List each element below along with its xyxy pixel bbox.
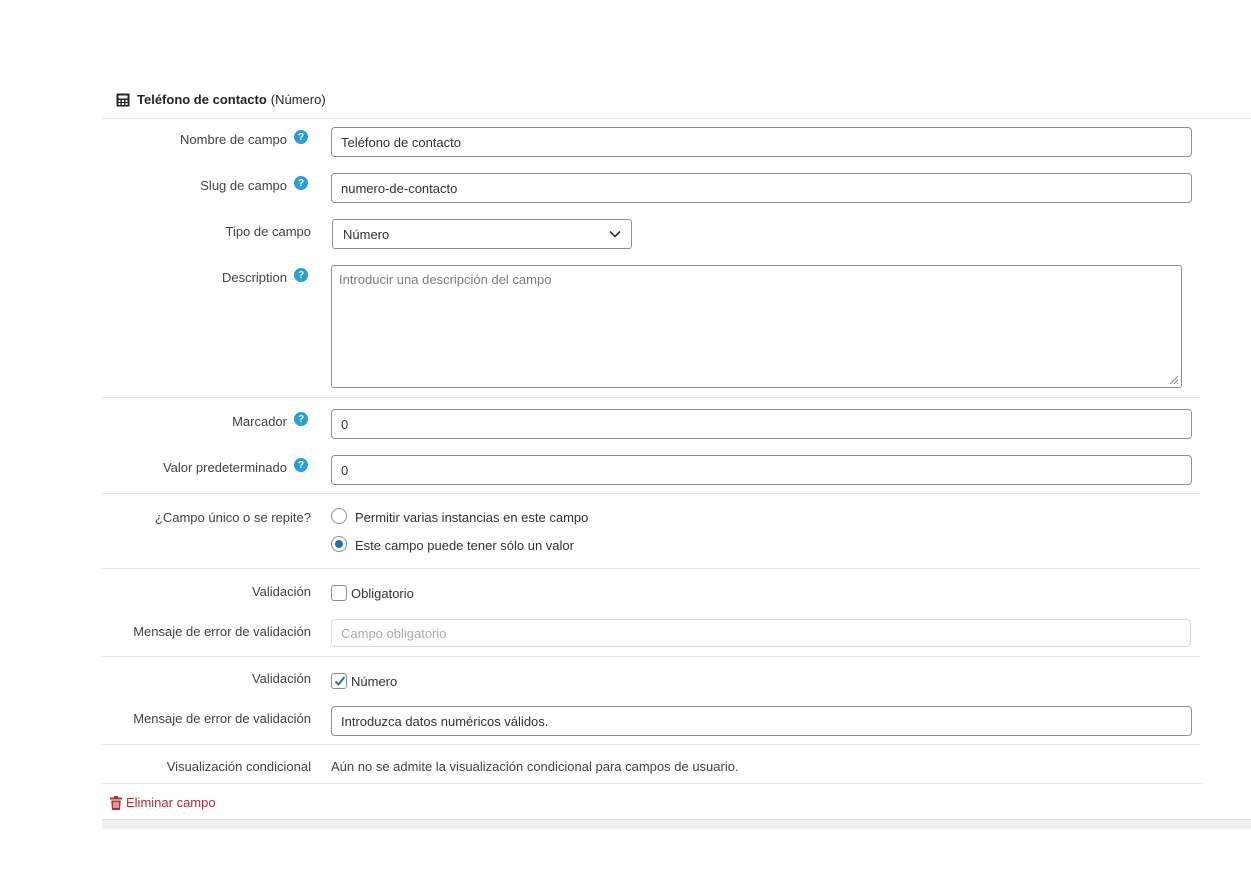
description-textarea[interactable]: Introducir una descripción del campo xyxy=(331,265,1182,388)
field-slug-label: Slug de campo xyxy=(200,178,287,193)
conditional-text: Aún no se admite la visualización condic… xyxy=(331,759,739,774)
field-title: Teléfono de contacto xyxy=(137,92,267,107)
field-slug-input[interactable]: numero-de-contacto xyxy=(331,173,1192,203)
conditional-label: Visualización condicional xyxy=(166,759,311,774)
checkmark-icon xyxy=(334,676,346,686)
number-checkbox-label[interactable]: Número xyxy=(351,674,397,689)
field-type-select[interactable]: Número xyxy=(332,219,632,249)
field-header[interactable]: Teléfono de contacto (Número) xyxy=(102,84,1251,119)
divider xyxy=(102,568,1200,569)
field-type-select-label: Tipo de campo xyxy=(225,224,311,239)
resize-handle-icon[interactable] xyxy=(1167,373,1179,385)
required-error-label: Mensaje de error de validación xyxy=(133,624,311,639)
number-checkbox[interactable] xyxy=(331,673,347,689)
trash-icon xyxy=(110,795,122,810)
delete-field-button[interactable]: Eliminar campo xyxy=(110,795,216,810)
help-icon[interactable]: ? xyxy=(294,176,308,190)
field-type-label: (Número) xyxy=(270,92,326,107)
delete-field-label[interactable]: Eliminar campo xyxy=(126,795,216,810)
divider xyxy=(102,783,1202,784)
help-icon[interactable]: ? xyxy=(294,268,308,282)
default-value-input[interactable]: 0 xyxy=(331,455,1192,485)
default-value-label: Valor predeterminado xyxy=(162,460,287,475)
radio-multiple[interactable] xyxy=(331,508,347,524)
panel-footer xyxy=(102,819,1251,829)
validation-required-label: Validación xyxy=(251,584,311,599)
field-panel: Teléfono de contacto (Número) Nombre de … xyxy=(102,84,1251,829)
marker-label: Marcador xyxy=(232,414,287,429)
number-error-input[interactable]: Introduzca datos numéricos válidos. xyxy=(331,706,1192,736)
radio-single-label[interactable]: Este campo puede tener sólo un valor xyxy=(355,538,574,553)
field-name-label: Nombre de campo xyxy=(180,132,287,147)
marker-input[interactable]: 0 xyxy=(331,409,1192,439)
required-checkbox-label[interactable]: Obligatorio xyxy=(351,586,414,601)
radio-multiple-label[interactable]: Permitir varias instancias en este campo xyxy=(355,510,588,525)
divider xyxy=(102,656,1200,657)
help-icon[interactable]: ? xyxy=(294,458,308,472)
field-type-selected: Número xyxy=(343,226,390,242)
divider xyxy=(102,744,1200,745)
required-checkbox[interactable] xyxy=(331,585,347,601)
radio-single[interactable] xyxy=(331,536,347,552)
divider xyxy=(102,397,1200,398)
required-error-input[interactable]: Campo obligatorio xyxy=(331,619,1191,647)
field-name-input[interactable]: Teléfono de contacto xyxy=(331,127,1192,157)
validation-number-label: Validación xyxy=(251,671,311,686)
description-label: Description xyxy=(221,270,287,285)
chevron-down-icon xyxy=(609,230,621,238)
help-icon[interactable]: ? xyxy=(294,130,308,144)
calculator-icon xyxy=(116,93,130,106)
description-placeholder: Introducir una descripción del campo xyxy=(339,272,552,287)
repeat-label: ¿Campo único o se repite? xyxy=(154,510,311,525)
divider xyxy=(102,493,1200,494)
number-error-label: Mensaje de error de validación xyxy=(133,711,311,726)
help-icon[interactable]: ? xyxy=(294,412,308,426)
